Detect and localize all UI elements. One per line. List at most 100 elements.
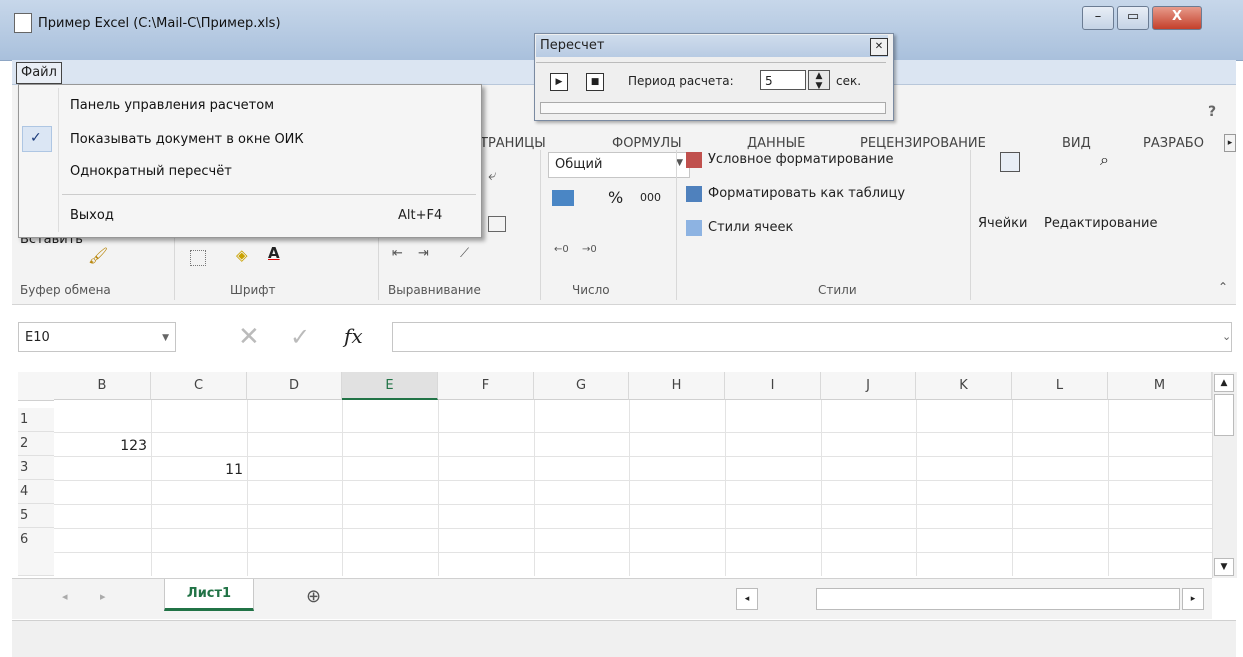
column-header-G[interactable]: G <box>534 372 629 400</box>
insert-function-button[interactable]: fx <box>344 324 363 348</box>
horizontal-scrollbar[interactable] <box>816 588 1180 610</box>
tabs-scroll-right-icon[interactable]: ▸ <box>1224 134 1236 152</box>
sheet-tab-active[interactable]: Лист1 <box>164 579 254 611</box>
tab-developer[interactable]: РАЗРАБО <box>1143 136 1204 151</box>
column-header-D[interactable]: D <box>247 372 342 400</box>
column-header-L[interactable]: L <box>1012 372 1108 400</box>
checkmark-icon: ✓ <box>30 130 42 146</box>
tab-review[interactable]: РЕЦЕНЗИРОВАНИЕ <box>860 136 986 151</box>
column-header-B[interactable]: B <box>54 372 151 400</box>
help-button[interactable]: ? <box>1208 104 1216 120</box>
menu-separator <box>62 194 476 195</box>
editing-button[interactable]: Редактирование <box>1044 216 1157 231</box>
number-format-select[interactable]: Общий ▼ <box>548 152 690 178</box>
scroll-thumb[interactable] <box>1214 394 1234 436</box>
add-sheet-button[interactable]: ⊕ <box>306 586 321 607</box>
chevron-down-icon: ▼ <box>162 333 169 343</box>
fill-color-icon[interactable]: ◈ <box>236 246 248 264</box>
conditional-formatting-button[interactable]: Условное форматирование <box>708 152 893 167</box>
scroll-right-icon[interactable]: ▸ <box>1182 588 1204 610</box>
exit-shortcut: Alt+F4 <box>398 208 443 223</box>
format-as-table-button[interactable]: Форматировать как таблицу <box>708 186 905 201</box>
column-header-K[interactable]: K <box>916 372 1012 400</box>
row-header-6[interactable]: 6 <box>18 528 54 576</box>
window-title: Пример Excel (C:\Mail-C\Пример.xls) <box>38 16 281 31</box>
row-header-3[interactable]: 3 <box>18 456 54 480</box>
grid-line <box>438 400 439 576</box>
row-header-5[interactable]: 5 <box>18 504 54 528</box>
cell-C3[interactable]: 11 <box>151 458 243 482</box>
formula-input[interactable] <box>392 322 1232 352</box>
period-spinner-icon[interactable]: ▲ ▼ <box>808 70 830 91</box>
scroll-left-icon[interactable]: ◂ <box>736 588 758 610</box>
grid-line <box>247 400 248 576</box>
currency-format-icon[interactable] <box>552 190 574 206</box>
prev-sheet-icon[interactable]: ◂ <box>62 590 68 603</box>
cells-icon <box>1000 152 1020 172</box>
grid-line <box>54 456 1212 457</box>
decrease-decimal-icon[interactable]: →0 <box>582 244 597 255</box>
group-number: Число <box>572 283 610 297</box>
column-header-I[interactable]: I <box>725 372 821 400</box>
scroll-down-icon[interactable]: ▼ <box>1214 558 1234 576</box>
format-painter-icon[interactable]: 🖌 <box>88 246 108 265</box>
tab-data[interactable]: ДАННЫЕ <box>747 136 805 151</box>
menu-gutter <box>58 88 59 232</box>
column-header-E[interactable]: E <box>342 372 438 400</box>
group-divider <box>540 150 541 300</box>
app-icon[interactable] <box>14 13 32 33</box>
maximize-button[interactable]: ▭ <box>1117 6 1149 30</box>
start-icon[interactable]: ▶ <box>550 73 568 91</box>
menu-item-recalc-once[interactable]: Однократный пересчёт <box>70 164 232 179</box>
stop-icon[interactable]: ■ <box>586 73 604 91</box>
comma-style-button[interactable]: 000 <box>640 191 661 204</box>
close-window-button[interactable]: X <box>1152 6 1202 30</box>
column-header-H[interactable]: H <box>629 372 725 400</box>
panel-divider <box>536 62 886 63</box>
indent-increase-icon[interactable]: ⇥ <box>418 246 429 261</box>
cancel-entry-icon[interactable]: ✕ <box>238 322 260 352</box>
cells-button[interactable]: Ячейки <box>978 216 1027 231</box>
name-box[interactable]: E10 ▼ <box>18 322 176 352</box>
menu-item-exit[interactable]: Выход <box>70 208 114 223</box>
font-color-icon[interactable]: A <box>268 244 280 262</box>
column-header-F[interactable]: F <box>438 372 534 400</box>
row-header-2[interactable]: 2 <box>18 432 54 456</box>
scroll-up-icon[interactable]: ▲ <box>1214 374 1234 392</box>
collapse-ribbon-icon[interactable]: ⌃ <box>1218 280 1228 294</box>
menu-item-control-panel[interactable]: Панель управления расчетом <box>70 98 274 113</box>
number-format-value: Общий <box>555 157 603 172</box>
menu-item-show-in-oik[interactable]: Показывать документ в окне ОИК <box>70 132 304 147</box>
tab-view[interactable]: ВИД <box>1062 136 1091 151</box>
wrap-text-icon[interactable]: ⤶ <box>488 166 496 184</box>
percent-style-button[interactable]: % <box>608 188 623 207</box>
column-header-J[interactable]: J <box>821 372 916 400</box>
select-all-corner[interactable] <box>18 372 54 401</box>
recalc-close-button[interactable]: ✕ <box>870 38 888 56</box>
cell-styles-button[interactable]: Стили ячеек <box>708 220 793 235</box>
menu-file[interactable]: Файл <box>16 62 62 84</box>
column-header-C[interactable]: C <box>151 372 247 400</box>
next-sheet-icon[interactable]: ▸ <box>100 590 106 603</box>
period-input[interactable]: 5 <box>760 70 806 90</box>
grid-line <box>725 400 726 576</box>
row-header-4[interactable]: 4 <box>18 480 54 504</box>
grid-line <box>629 400 630 576</box>
group-styles: Стили <box>818 283 857 297</box>
minimize-button[interactable]: – <box>1082 6 1114 30</box>
increase-decimal-icon[interactable]: ←0 <box>554 244 569 255</box>
orientation-icon[interactable]: ⟋ <box>460 246 469 261</box>
group-clipboard: Буфер обмена <box>20 283 111 297</box>
indent-decrease-icon[interactable]: ⇤ <box>392 246 403 261</box>
tab-page-layout[interactable]: ТРАНИЦЫ <box>480 136 546 151</box>
confirm-entry-icon[interactable]: ✓ <box>290 322 310 352</box>
borders-icon[interactable] <box>190 250 206 266</box>
column-header-M[interactable]: M <box>1108 372 1212 400</box>
cell-B2[interactable]: 123 <box>54 434 147 458</box>
expand-formula-bar-icon[interactable]: ⌄ <box>1222 330 1231 343</box>
grid-line <box>54 552 1212 553</box>
grid-line <box>1012 400 1013 576</box>
merge-center-icon[interactable] <box>488 216 506 232</box>
row-header-1[interactable]: 1 <box>18 408 54 432</box>
tab-formulas[interactable]: ФОРМУЛЫ <box>612 136 682 151</box>
